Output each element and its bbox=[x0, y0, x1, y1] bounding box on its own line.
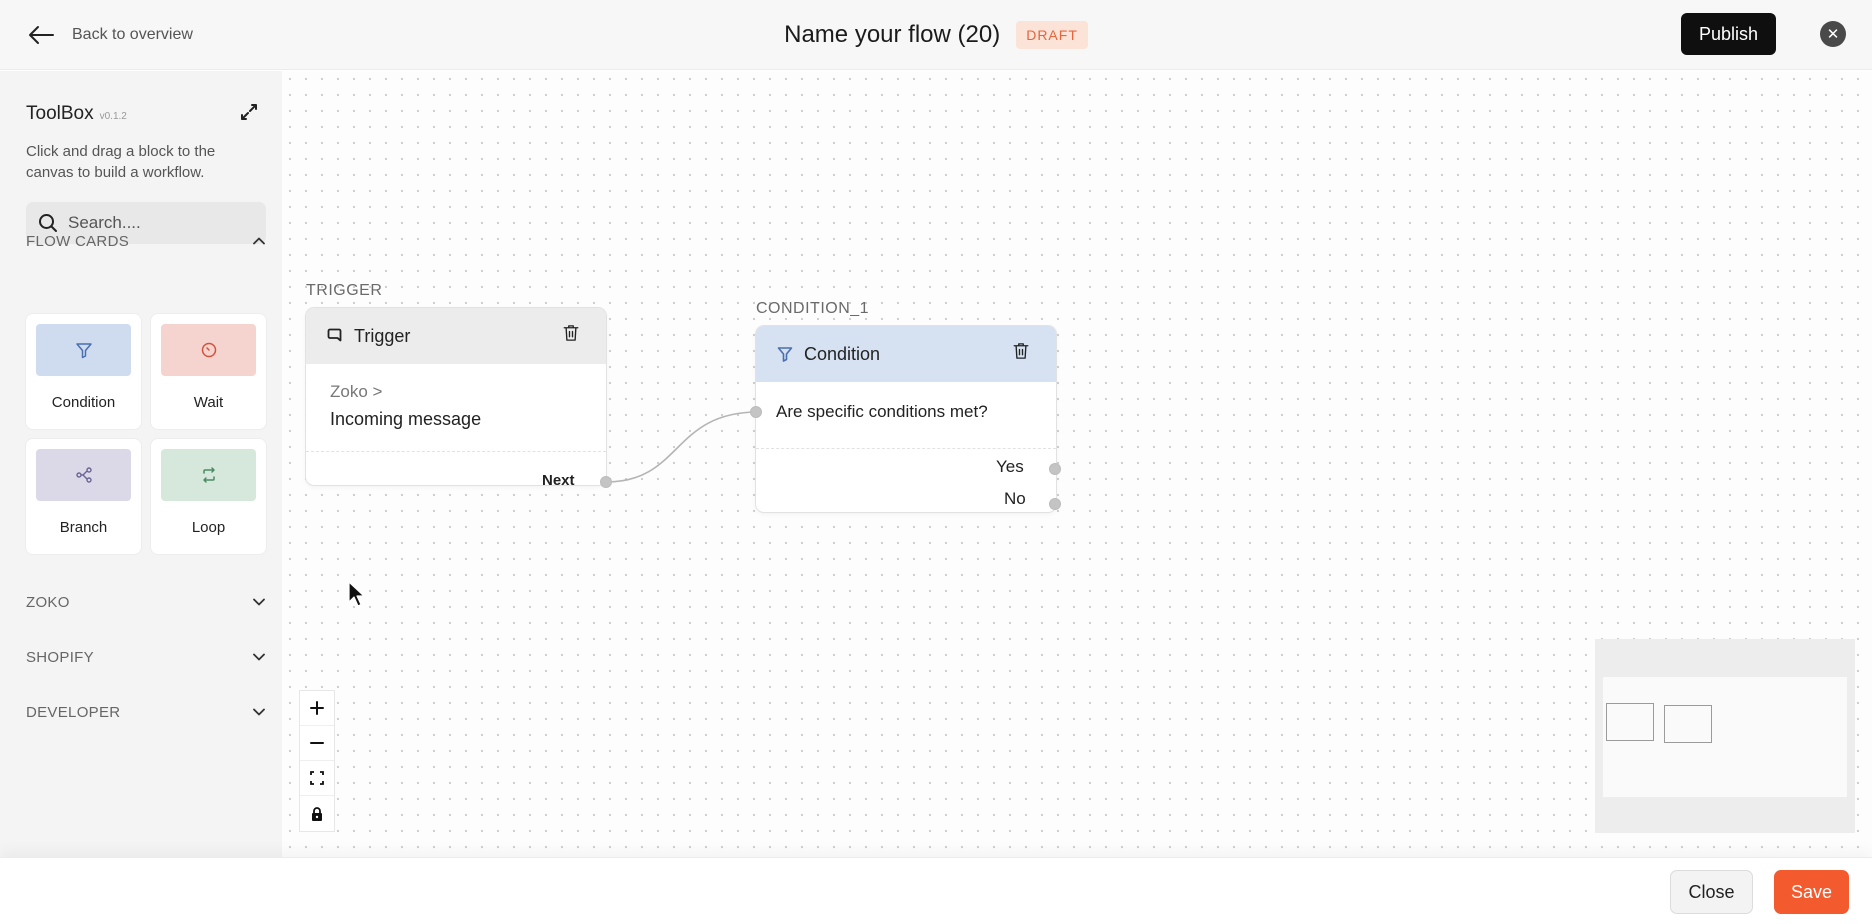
trash-icon[interactable] bbox=[1012, 342, 1030, 360]
filter-icon bbox=[777, 347, 793, 362]
canvas-controls bbox=[300, 691, 334, 831]
zoom-in-button[interactable] bbox=[300, 691, 334, 726]
output-label-no: No bbox=[1004, 489, 1026, 508]
trigger-source: Zoko > bbox=[330, 382, 383, 401]
trash-icon[interactable] bbox=[562, 324, 580, 342]
chevron-up-icon bbox=[253, 237, 265, 245]
toolbox-title: ToolBox bbox=[26, 103, 94, 124]
filter-icon bbox=[75, 343, 92, 359]
card-swatch bbox=[161, 449, 256, 501]
section-flow-cards[interactable]: FLOW CARDS bbox=[26, 229, 266, 253]
node-divider bbox=[306, 451, 606, 452]
trigger-event: Incoming message bbox=[330, 409, 482, 429]
minimap[interactable] bbox=[1595, 639, 1855, 833]
condition-node[interactable]: Condition Are specific conditions met? Y… bbox=[750, 326, 1061, 512]
chevron-down-icon bbox=[253, 598, 265, 606]
bottom-bar: Close Save bbox=[0, 857, 1872, 924]
card-swatch bbox=[36, 324, 131, 376]
trigger-node-header: Trigger bbox=[306, 308, 606, 364]
condition-node-label: CONDITION_1 bbox=[756, 300, 870, 317]
flow-card-grid: Condition Wait Branch Loop bbox=[26, 314, 266, 554]
condition-node-title: Condition bbox=[804, 343, 881, 364]
mouse-cursor-icon bbox=[348, 581, 365, 607]
section-label: ZOKO bbox=[26, 593, 70, 611]
output-label-yes: Yes bbox=[996, 457, 1024, 476]
lock-icon bbox=[312, 806, 322, 821]
chevron-down-icon bbox=[253, 708, 265, 716]
plus-icon bbox=[310, 701, 324, 715]
fit-view-button[interactable] bbox=[300, 761, 334, 796]
close-button[interactable]: Close bbox=[1670, 870, 1753, 914]
back-label: Back to overview bbox=[72, 26, 193, 43]
flow-card-loop[interactable]: Loop bbox=[151, 439, 266, 554]
message-icon bbox=[327, 328, 342, 342]
section-shopify[interactable]: SHOPIFY bbox=[26, 645, 266, 669]
lock-button[interactable] bbox=[300, 796, 334, 831]
trigger-node-label: TRIGGER bbox=[306, 282, 383, 299]
flow-card-wait[interactable]: Wait bbox=[151, 314, 266, 429]
condition-question: Are specific conditions met? bbox=[776, 402, 988, 421]
flow-canvas[interactable]: TRIGGER Trigger Zoko > Incoming message … bbox=[282, 71, 1872, 857]
save-button[interactable]: Save bbox=[1774, 870, 1849, 914]
trigger-node[interactable]: Trigger Zoko > Incoming message Next bbox=[306, 308, 612, 489]
section-label: FLOW CARDS bbox=[26, 232, 130, 250]
toolbox-title-row: ToolBox v0.1.2 bbox=[26, 103, 127, 125]
flow-title[interactable]: Name your flow (20) bbox=[784, 21, 1000, 49]
toolbox-description: Click and drag a block to the canvas to … bbox=[26, 143, 216, 181]
timer-icon bbox=[201, 342, 216, 358]
input-port[interactable] bbox=[750, 406, 762, 418]
status-badge: DRAFT bbox=[1016, 21, 1088, 49]
section-label: DEVELOPER bbox=[26, 703, 121, 721]
loop-icon bbox=[202, 467, 215, 483]
chevron-down-icon bbox=[253, 653, 265, 661]
output-label-next: Next bbox=[542, 472, 575, 489]
condition-node-header: Condition bbox=[756, 326, 1056, 382]
output-port-next[interactable] bbox=[600, 476, 612, 488]
toolbox-version: v0.1.2 bbox=[99, 111, 127, 122]
flow-card-branch[interactable]: Branch bbox=[26, 439, 141, 554]
card-swatch bbox=[161, 324, 256, 376]
minus-icon bbox=[310, 742, 324, 744]
publish-button[interactable]: Publish bbox=[1681, 13, 1776, 55]
trigger-node-title: Trigger bbox=[354, 325, 411, 346]
section-label: SHOPIFY bbox=[26, 648, 94, 666]
arrow-left-icon bbox=[29, 26, 54, 44]
section-zoko[interactable]: ZOKO bbox=[26, 590, 266, 614]
minimap-node-trigger bbox=[1606, 703, 1654, 741]
close-icon[interactable]: ✕ bbox=[1820, 21, 1846, 47]
branch-icon bbox=[75, 467, 92, 483]
card-label: Branch bbox=[59, 519, 108, 536]
card-label: Condition bbox=[51, 394, 116, 411]
back-to-overview-link[interactable]: Back to overview bbox=[28, 20, 193, 50]
minimap-viewport[interactable] bbox=[1603, 677, 1847, 797]
card-label: Wait bbox=[193, 394, 224, 411]
top-bar: Back to overview Name your flow (20) DRA… bbox=[0, 0, 1872, 70]
fit-view-icon bbox=[310, 771, 324, 785]
expand-icon[interactable] bbox=[240, 103, 258, 121]
card-label: Loop bbox=[191, 519, 226, 536]
toolbox-sidebar: ToolBox v0.1.2 Click and drag a block to… bbox=[0, 71, 282, 857]
section-developer[interactable]: DEVELOPER bbox=[26, 700, 266, 724]
title-area: Name your flow (20) DRAFT bbox=[0, 0, 1872, 70]
output-port-no[interactable] bbox=[1049, 498, 1061, 510]
flow-card-condition[interactable]: Condition bbox=[26, 314, 141, 429]
card-swatch bbox=[36, 449, 131, 501]
minimap-node-condition bbox=[1664, 705, 1712, 743]
output-port-yes[interactable] bbox=[1049, 463, 1061, 475]
node-divider bbox=[756, 448, 1056, 449]
zoom-out-button[interactable] bbox=[300, 726, 334, 761]
